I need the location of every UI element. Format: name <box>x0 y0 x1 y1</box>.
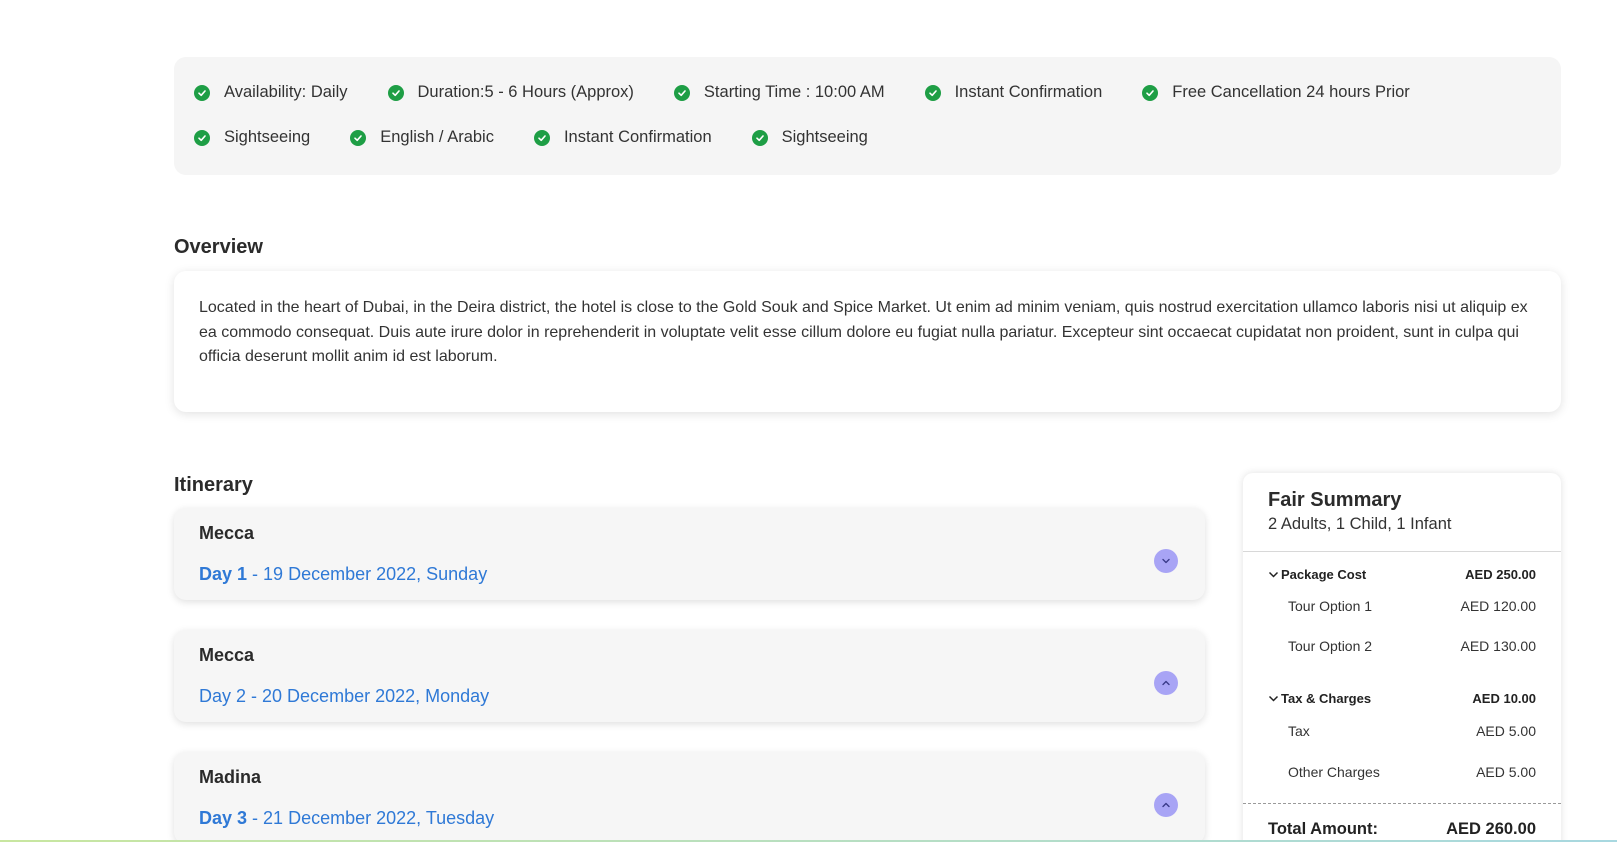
check-circle-icon <box>1142 84 1159 101</box>
itinerary-day-1[interactable]: Mecca Day 1 - 19 December 2022, Sunday <box>174 508 1205 600</box>
check-circle-icon <box>751 129 768 146</box>
check-circle-icon <box>387 84 404 101</box>
tax-item-row: Tax AED 5.00 <box>1288 723 1536 739</box>
divider <box>1243 551 1561 552</box>
day-number: Day 2 <box>199 686 247 706</box>
feature-availability: Availability: Daily <box>194 83 348 102</box>
chevron-up-icon[interactable] <box>1154 671 1178 695</box>
itinerary-day-3[interactable]: Madina Day 3 - 21 December 2022, Tuesday <box>174 752 1205 842</box>
feature-label: Duration:5 - 6 Hours (Approx) <box>417 83 634 101</box>
package-cost-amount: AED 250.00 <box>1465 567 1536 582</box>
day-date-text: - 21 December 2022, Tuesday <box>247 808 495 828</box>
feature-label: Free Cancellation 24 hours Prior <box>1172 83 1410 101</box>
summary-title: Fair Summary <box>1268 489 1402 511</box>
feature-duration: Duration:5 - 6 Hours (Approx) <box>387 83 634 102</box>
check-circle-icon <box>924 84 941 101</box>
tax-charges-label: Tax & Charges <box>1281 691 1372 706</box>
package-cost-label: Package Cost <box>1281 567 1367 582</box>
chevron-down-icon[interactable] <box>1154 549 1178 573</box>
tax-charges-row[interactable]: Tax & Charges AED 10.00 <box>1268 691 1536 706</box>
overview-heading: Overview <box>174 236 263 258</box>
day-number: Day 1 <box>199 564 248 584</box>
day-number: Day 3 <box>199 808 248 828</box>
feature-instant-confirmation: Instant Confirmation <box>924 83 1103 102</box>
total-amount: AED 260.00 <box>1446 820 1536 838</box>
check-circle-icon <box>673 84 690 101</box>
feature-free-cancellation: Free Cancellation 24 hours Prior <box>1142 83 1410 102</box>
feature-label: English / Arabic <box>380 128 494 146</box>
chevron-down-icon[interactable] <box>1268 569 1279 580</box>
day-date: Day 3 - 21 December 2022, Tuesday <box>199 808 494 829</box>
feature-label: Starting Time : 10:00 AM <box>703 83 885 101</box>
day-city: Mecca <box>199 645 255 665</box>
check-circle-icon <box>350 129 367 146</box>
itinerary-day-2[interactable]: Mecca Day 2 - 20 December 2022, Monday <box>174 630 1205 722</box>
features-row-2: Sightseeing English / Arabic Instant Con… <box>194 128 908 147</box>
feature-sightseeing-2: Sightseeing <box>751 128 868 147</box>
chevron-down-icon[interactable] <box>1268 693 1279 704</box>
tax-item-label: Tax <box>1288 723 1310 739</box>
day-date-text: - 19 December 2022, Sunday <box>247 564 488 584</box>
day-city: Mecca <box>199 523 255 543</box>
dashed-divider <box>1243 803 1561 804</box>
feature-label: Sightseeing <box>781 128 868 146</box>
package-cost-row[interactable]: Package Cost AED 250.00 <box>1268 567 1536 582</box>
feature-label: Instant Confirmation <box>563 128 712 146</box>
tax-charges-amount: AED 10.00 <box>1472 691 1536 706</box>
feature-label: Availability: Daily <box>224 83 348 101</box>
features-panel: Availability: Daily Duration:5 - 6 Hours… <box>174 57 1561 175</box>
day-date: Day 1 - 19 December 2022, Sunday <box>199 564 487 585</box>
summary-passengers: 2 Adults, 1 Child, 1 Infant <box>1268 515 1452 533</box>
package-item-amount: AED 120.00 <box>1460 598 1537 614</box>
chevron-up-icon[interactable] <box>1154 793 1178 817</box>
feature-instant-confirmation-2: Instant Confirmation <box>533 128 712 147</box>
tax-item-amount: AED 5.00 <box>1476 764 1536 780</box>
overview-text: Located in the heart of Dubai, in the De… <box>199 299 1528 365</box>
day-city: Madina <box>199 767 262 787</box>
tax-item-row: Other Charges AED 5.00 <box>1288 764 1536 780</box>
feature-starting-time: Starting Time : 10:00 AM <box>673 83 885 102</box>
package-item-label: Tour Option 1 <box>1288 598 1373 614</box>
fare-summary-panel: Fair Summary 2 Adults, 1 Child, 1 Infant… <box>1243 473 1561 842</box>
package-item-row: Tour Option 2 AED 130.00 <box>1288 638 1536 654</box>
total-row: Total Amount: AED 260.00 <box>1268 820 1536 839</box>
tax-item-amount: AED 5.00 <box>1476 723 1536 739</box>
feature-sightseeing: Sightseeing <box>194 128 310 147</box>
package-item-amount: AED 130.00 <box>1460 638 1537 654</box>
feature-label: Sightseeing <box>224 128 311 146</box>
tax-item-label: Other Charges <box>1288 764 1380 780</box>
check-circle-icon <box>194 84 210 101</box>
feature-label: Instant Confirmation <box>954 83 1103 101</box>
total-label: Total Amount: <box>1268 820 1378 838</box>
feature-language: English / Arabic <box>350 128 494 147</box>
check-circle-icon <box>533 129 550 146</box>
itinerary-heading: Itinerary <box>174 474 253 496</box>
features-row-1: Availability: Daily Duration:5 - 6 Hours… <box>194 83 1450 102</box>
package-item-label: Tour Option 2 <box>1288 638 1373 654</box>
day-date-text: - 20 December 2022, Monday <box>246 686 490 706</box>
package-item-row: Tour Option 1 AED 120.00 <box>1288 598 1536 614</box>
overview-card: Located in the heart of Dubai, in the De… <box>174 271 1561 412</box>
check-circle-icon <box>194 129 210 146</box>
day-date: Day 2 - 20 December 2022, Monday <box>199 686 489 707</box>
